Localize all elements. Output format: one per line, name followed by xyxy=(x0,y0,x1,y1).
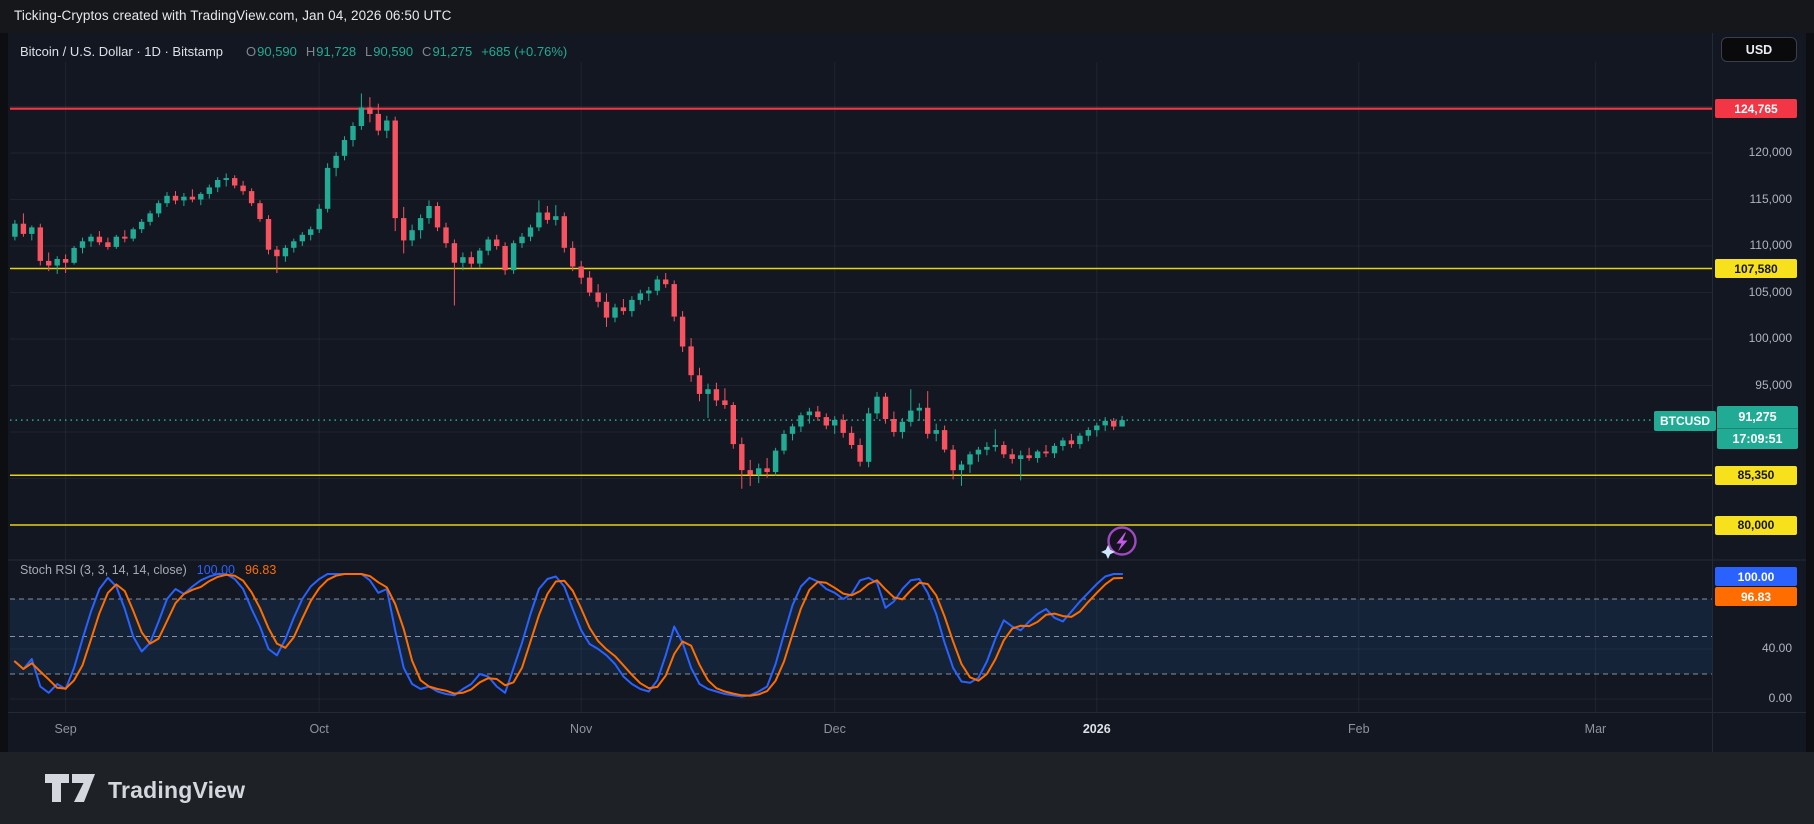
attribution-text: Ticking-Cryptos created with TradingView… xyxy=(14,8,452,23)
time-axis-label: Nov xyxy=(570,722,593,736)
chart-header: Bitcoin / U.S. Dollar · 1D · Bitstamp O9… xyxy=(20,39,567,63)
footer-bar: TradingView xyxy=(0,752,1814,824)
open-value: 90,590 xyxy=(257,43,297,59)
low-value: 90,590 xyxy=(373,43,414,59)
attribution-bar: Ticking-Cryptos created with TradingView… xyxy=(0,0,1814,33)
time-axis-label: 2026 xyxy=(1082,722,1111,736)
price-scale-separator xyxy=(1712,33,1713,752)
time-axis-label: Oct xyxy=(309,722,329,736)
open-label: O xyxy=(246,43,257,59)
flash-marker-icon[interactable] xyxy=(1106,518,1138,550)
time-axis-label: Dec xyxy=(823,722,846,736)
high-label: H xyxy=(305,43,316,59)
high-value: 91,728 xyxy=(316,43,357,59)
tradingview-logo-icon[interactable] xyxy=(44,773,96,808)
indicator-k-value: 100.00 xyxy=(196,563,235,577)
time-axis-label: Feb xyxy=(1347,722,1370,736)
page: Ticking-Cryptos created with TradingView… xyxy=(0,0,1814,824)
close-value: 91,275 xyxy=(432,43,473,59)
chart-widget: Bitcoin / U.S. Dollar · 1D · Bitstamp O9… xyxy=(8,33,1806,752)
close-label: C xyxy=(422,43,432,59)
currency-toggle-button[interactable]: USD xyxy=(1721,37,1797,62)
time-axis-label: Mar xyxy=(1584,722,1607,736)
time-axis[interactable]: Sep Oct Nov Dec 2026 Feb Mar xyxy=(8,712,1806,753)
indicator-d-value: 96.83 xyxy=(244,563,277,577)
time-axis-label: Sep xyxy=(54,722,77,736)
indicator-title[interactable]: Stoch RSI (3, 3, 14, 14, close) xyxy=(20,563,187,577)
change-value: +685 (+0.76%) xyxy=(481,43,568,59)
symbol-name[interactable]: Bitcoin / U.S. Dollar · 1D · Bitstamp xyxy=(20,44,223,59)
candlestick-chart[interactable] xyxy=(8,33,1806,752)
low-label: L xyxy=(365,43,373,59)
footer-brand-text[interactable]: TradingView xyxy=(108,777,245,804)
indicator-header: Stoch RSI (3, 3, 14, 14, close) 100.00 9… xyxy=(20,563,276,577)
